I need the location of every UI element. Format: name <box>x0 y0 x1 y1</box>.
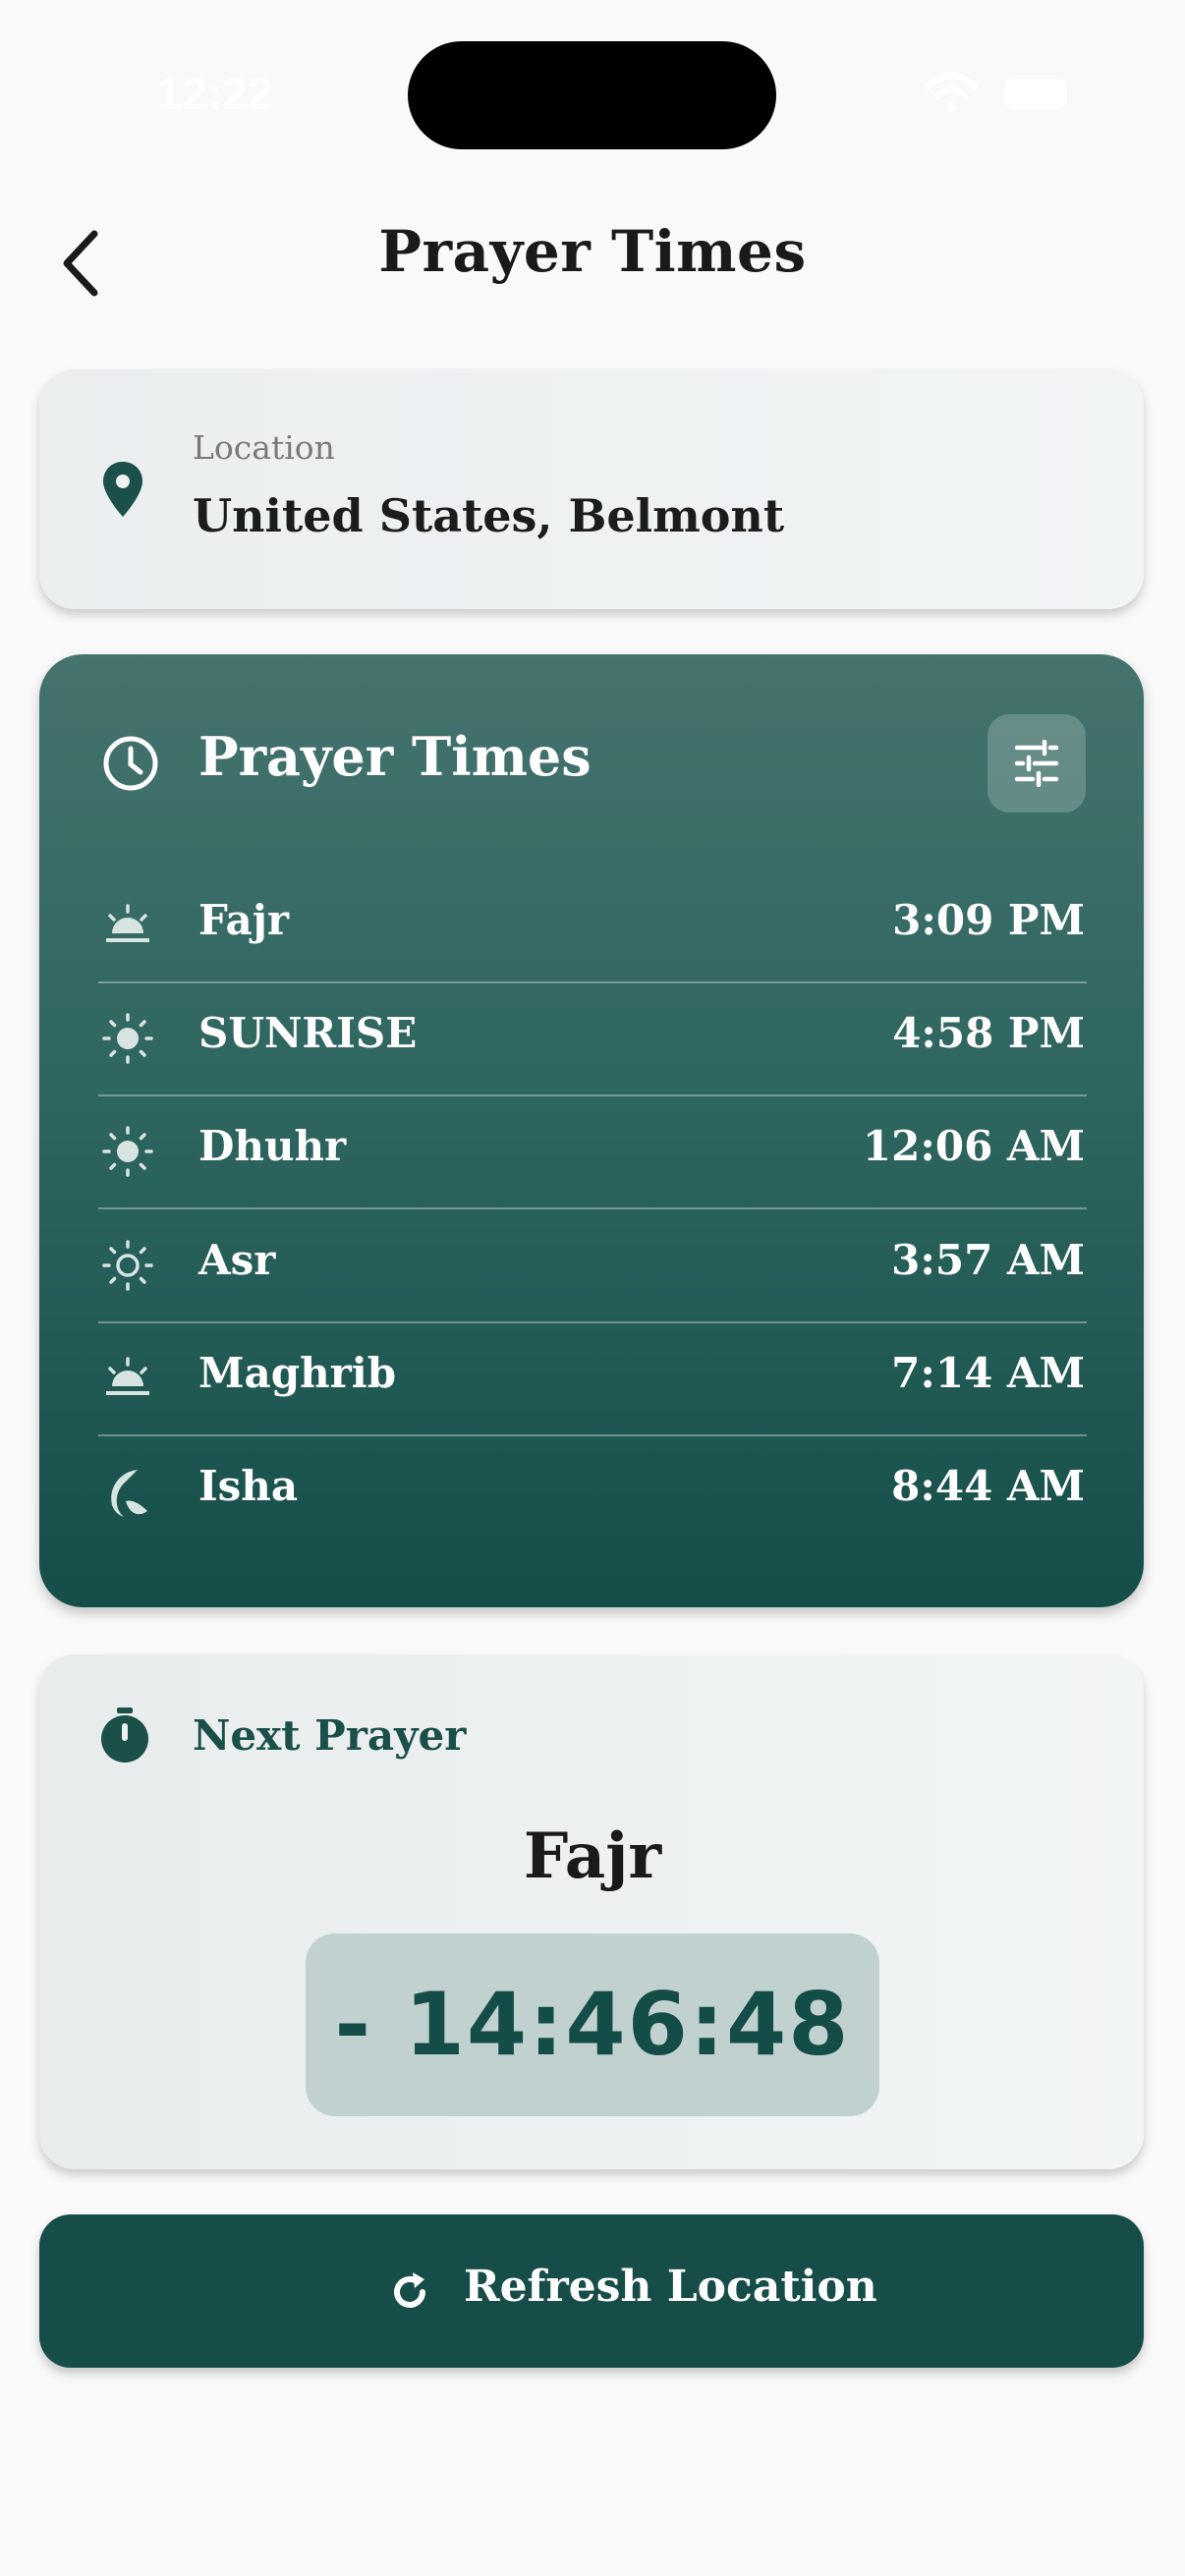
prayer-name: Maghrib <box>198 1349 397 1397</box>
prayer-time: 7:14 AM <box>891 1349 1085 1397</box>
refresh-location-label: Refresh Location <box>464 2262 877 2312</box>
page-title: Prayer Times <box>378 218 807 285</box>
prayer-time: 12:06 AM <box>862 1122 1085 1170</box>
status-time: 12:22 <box>157 68 273 119</box>
row-divider <box>98 1094 1087 1096</box>
dynamic-island <box>408 41 776 149</box>
moon-icon <box>111 1470 147 1517</box>
sun-filled-icon <box>102 1013 153 1064</box>
prayer-time: 3:57 AM <box>891 1236 1085 1284</box>
location-pin-icon <box>103 462 142 517</box>
prayer-time: 4:58 PM <box>892 1009 1085 1057</box>
settings-button[interactable] <box>988 714 1086 812</box>
sun-filled-icon <box>102 1126 153 1177</box>
sliders-icon <box>1014 740 1059 787</box>
location-value: United States, Belmont <box>193 489 785 542</box>
location-label: Location <box>193 428 335 467</box>
clock-icon <box>103 736 158 791</box>
row-divider <box>98 1207 1087 1209</box>
next-prayer-label: Next Prayer <box>193 1711 467 1760</box>
countdown-timer: - 14:46:48 <box>334 1974 851 2075</box>
refresh-icon <box>394 2272 425 2308</box>
battery-icon <box>1004 79 1067 110</box>
row-divider <box>98 1434 1087 1436</box>
wifi-icon <box>924 72 979 112</box>
sunset-half-icon <box>106 1357 149 1395</box>
row-divider <box>98 981 1087 983</box>
prayer-time: 8:44 AM <box>891 1462 1085 1510</box>
prayer-name: Isha <box>198 1462 299 1510</box>
prayer-name: Asr <box>198 1236 276 1284</box>
sun-outline-icon <box>102 1240 153 1291</box>
next-prayer-name: Fajr <box>523 1820 662 1893</box>
prayer-name: SUNRISE <box>198 1009 418 1057</box>
prayer-time: 3:09 PM <box>892 896 1085 944</box>
timer-icon <box>101 1708 148 1763</box>
sunrise-half-icon <box>106 904 149 942</box>
prayer-times-title: Prayer Times <box>198 725 592 788</box>
row-divider <box>98 1321 1087 1323</box>
prayer-name: Fajr <box>198 896 290 944</box>
prayer-name: Dhuhr <box>198 1122 347 1170</box>
